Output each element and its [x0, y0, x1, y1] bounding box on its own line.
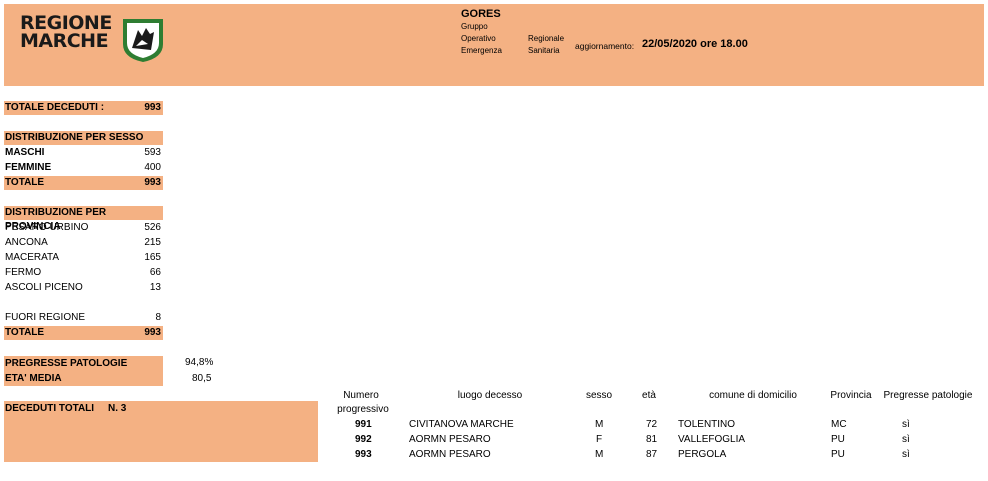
sex-label: FEMMINE [5, 162, 52, 173]
cell-province: MC [831, 419, 847, 430]
org-word: Regionale [528, 34, 565, 43]
col-header-number: Numero [337, 389, 385, 402]
sex-row-male: MASCHI 593 [4, 146, 163, 160]
sex-total-label: TOTALE [5, 177, 45, 188]
cell-municipality: VALLEFOGLIA [678, 434, 746, 445]
cell-province: PU [831, 434, 845, 445]
province-value: 526 [144, 222, 161, 233]
daily-deaths-label: DECEDUTI TOTALI [5, 403, 95, 414]
sex-value: 593 [144, 147, 161, 158]
col-header-province: Provincia [830, 390, 872, 401]
province-row: ASCOLI PICENO 13 [4, 281, 163, 295]
sex-value: 400 [144, 162, 161, 173]
total-deceased-label: TOTALE DECEDUTI : [5, 102, 105, 113]
cell-pathologies: sì [902, 449, 910, 460]
sex-total-row: TOTALE 993 [4, 176, 163, 190]
sex-section-title-text: DISTRIBUZIONE PER SESSO [5, 132, 144, 143]
daily-deaths-count: N. 3 [108, 403, 127, 414]
org-word: Operativo [461, 34, 496, 43]
cell-number: 992 [355, 434, 372, 445]
cell-number: 993 [355, 449, 372, 460]
region-logo: REGIONE MARCHE [20, 14, 170, 70]
cell-sex: M [595, 449, 604, 460]
province-total-label: TOTALE [5, 327, 45, 338]
province-label: FERMO [5, 267, 42, 278]
cell-sex: M [595, 419, 604, 430]
col-header-place: luogo decesso [457, 390, 523, 401]
province-total-value: 993 [144, 327, 161, 338]
province-outside-label: FUORI REGIONE [5, 312, 86, 323]
col-header-pathologies: Pregresse patologie [883, 390, 973, 401]
pathologies-label: PREGRESSE PATOLOGIE [5, 358, 128, 369]
province-value: 165 [144, 252, 161, 263]
province-row: MACERATA 165 [4, 251, 163, 265]
sex-label: MASCHI [5, 147, 45, 158]
org-name-col1: Gruppo Operativo Emergenza [461, 21, 502, 57]
cell-pathologies: sì [902, 419, 910, 430]
col-header-number-line2: progressivo [337, 404, 389, 415]
total-deceased-value: 993 [144, 102, 161, 113]
cell-pathologies: sì [902, 434, 910, 445]
province-value: 215 [144, 237, 161, 248]
org-name-col2: Regionale Sanitaria [528, 33, 564, 57]
cell-age: 87 [646, 449, 658, 460]
province-label: MACERATA [5, 252, 60, 263]
total-deceased-row: TOTALE DECEDUTI : 993 [4, 101, 163, 115]
pathologies-value: 94,8% [185, 357, 214, 368]
province-row: ANCONA 215 [4, 236, 163, 250]
average-age-value: 80,5 [192, 373, 212, 384]
cell-sex: F [596, 434, 603, 445]
province-label: ANCONA [5, 237, 48, 248]
cell-place: AORMN PESARO [409, 449, 491, 460]
province-label: PESARO URBINO [5, 222, 89, 233]
col-header-number-line1: Numero [343, 390, 379, 401]
cell-province: PU [831, 449, 845, 460]
sex-total-value: 993 [144, 177, 161, 188]
cell-place: CIVITANOVA MARCHE [409, 419, 514, 430]
header-title: GORES [461, 8, 501, 20]
update-label: aggiornamento: [575, 41, 635, 51]
province-row: FERMO 66 [4, 266, 163, 280]
province-total-row: TOTALE 993 [4, 326, 163, 340]
col-header-sex: sesso [585, 390, 613, 401]
province-outside-value: 8 [155, 312, 161, 323]
cell-age: 72 [646, 419, 658, 430]
province-outside-row: FUORI REGIONE 8 [4, 311, 163, 325]
province-section-title: DISTRIBUZIONE PER PROVINCIA [4, 206, 163, 232]
regional-shield-icon [123, 19, 163, 62]
sex-section-title: DISTRIBUZIONE PER SESSO [4, 131, 163, 145]
col-header-municipality: comune di domicilio [709, 390, 797, 401]
org-word: Gruppo [461, 22, 488, 31]
update-value: 22/05/2020 ore 18.00 [642, 38, 748, 50]
province-value: 66 [149, 267, 161, 278]
sex-row-female: FEMMINE 400 [4, 161, 163, 175]
col-header-age: età [642, 390, 656, 401]
province-label: ASCOLI PICENO [5, 282, 83, 293]
cell-municipality: TOLENTINO [678, 419, 736, 430]
org-word: Sanitaria [528, 46, 560, 55]
average-age-label: ETA' MEDIA [5, 373, 62, 384]
cell-age: 81 [646, 434, 658, 445]
cell-municipality: PERGOLA [678, 449, 727, 460]
province-value: 13 [149, 282, 161, 293]
province-row: PESARO URBINO 526 [4, 221, 163, 235]
cell-number: 991 [355, 419, 372, 430]
org-word: Emergenza [461, 46, 502, 55]
cell-place: AORMN PESARO [409, 434, 491, 445]
